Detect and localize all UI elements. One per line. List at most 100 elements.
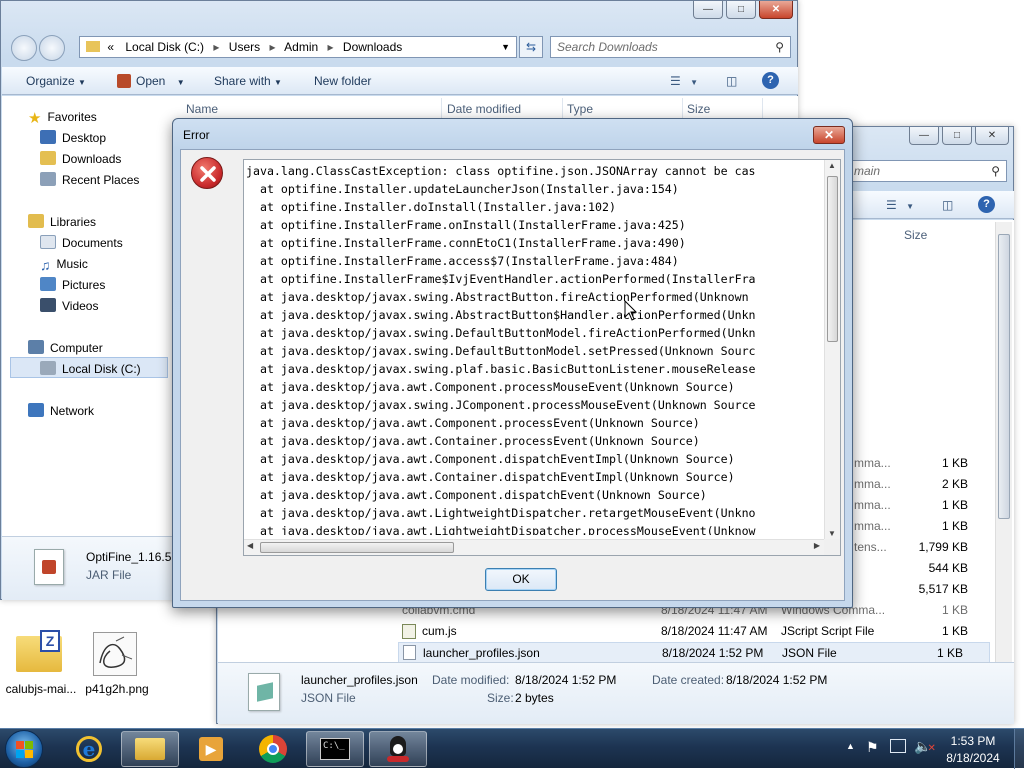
back-button[interactable]	[11, 35, 37, 61]
stack-trace-line: at java.desktop/java.awt.Component.dispa…	[246, 488, 707, 502]
organize-button[interactable]: Organize ▼	[26, 67, 86, 95]
recent-places-icon	[40, 172, 56, 186]
trace-horizontal-scrollbar[interactable]: ◀ ▶	[244, 539, 824, 555]
file-row-launcher-profiles[interactable]: launcher_profiles.json 8/18/2024 1:52 PM…	[398, 642, 990, 663]
error-dialog: Error ✕ java.lang.ClassCastException: cl…	[172, 118, 853, 608]
network-icon[interactable]	[890, 739, 906, 753]
desktop-icon-png[interactable]: p41g2h.png	[84, 630, 150, 700]
show-hidden-icons-button[interactable]: ▲	[846, 741, 855, 751]
clock-date[interactable]: 8/18/2024	[940, 751, 1006, 765]
dialog-close-button[interactable]: ✕	[813, 126, 845, 144]
partial-row-3[interactable]: mma... 1 KB	[854, 495, 994, 516]
desktop-icon-zip[interactable]: Z calubjs-mai...	[6, 630, 76, 700]
column-type[interactable]: Type	[563, 98, 683, 120]
zip-folder-icon: Z	[16, 630, 62, 672]
partial-row-6[interactable]: 544 KB	[854, 558, 994, 579]
maximize-button-2[interactable]: □	[942, 127, 972, 145]
view-options-icon[interactable]: ☰ ▼	[886, 191, 914, 219]
start-button[interactable]	[5, 730, 43, 768]
new-folder-button[interactable]: New folder	[314, 67, 371, 95]
details-file-type: JSON File	[301, 691, 356, 705]
column-name[interactable]: Name	[182, 98, 442, 120]
clock-time[interactable]: 1:53 PM	[940, 734, 1006, 748]
scrollbar-thumb[interactable]	[998, 234, 1010, 519]
search-input-2[interactable]: main ⚲	[851, 160, 1007, 182]
nav-pictures[interactable]: Pictures	[40, 277, 105, 293]
taskbar-media-player[interactable]: ▶	[182, 731, 240, 767]
column-date-modified[interactable]: Date modified	[443, 98, 563, 120]
view-options-icon[interactable]: ☰ ▼	[670, 67, 698, 95]
details-date-modified-label: Date modified:	[432, 673, 510, 687]
nav-documents[interactable]: Documents	[40, 235, 123, 251]
show-desktop-button[interactable]	[1014, 729, 1024, 769]
trace-vertical-scrollbar[interactable]: ▲ ▼	[824, 160, 840, 539]
taskbar-java[interactable]	[369, 731, 427, 767]
details-size: 2 bytes	[515, 691, 554, 705]
nav-local-disk[interactable]: Local Disk (C:)	[40, 361, 141, 377]
file-list-scrollbar[interactable]	[995, 222, 1012, 662]
share-with-button[interactable]: Share with ▼	[214, 67, 282, 95]
nav-downloads[interactable]: Downloads	[40, 151, 121, 167]
close-button-2[interactable]: ✕	[975, 127, 1009, 145]
address-segment-users[interactable]: Users	[229, 40, 260, 54]
address-segment-downloads[interactable]: Downloads	[343, 40, 402, 54]
details-pane-2: launcher_profiles.json JSON File Date mo…	[218, 662, 1014, 724]
partial-row-4[interactable]: mma... 1 KB	[854, 516, 994, 537]
stack-trace-line: at java.desktop/java.awt.Component.proce…	[246, 416, 700, 430]
taskbar-windows-explorer[interactable]	[121, 731, 179, 767]
maximize-button[interactable]: □	[726, 1, 756, 19]
chrome-icon	[259, 735, 287, 763]
preview-pane-icon[interactable]: ◫	[726, 67, 737, 95]
chevron-down-icon[interactable]: ▼	[501, 37, 510, 57]
dialog-title: Error	[183, 128, 210, 142]
partial-row-2[interactable]: mma... 2 KB	[854, 474, 994, 495]
taskbar-command-prompt[interactable]: C:\_	[306, 731, 364, 767]
open-button[interactable]: Open ▼	[117, 67, 185, 95]
vertical-scroll-thumb[interactable]	[827, 176, 838, 342]
stack-trace-text[interactable]: java.lang.ClassCastException: class opti…	[246, 162, 824, 535]
help-icon[interactable]: ?	[978, 196, 995, 213]
nav-desktop[interactable]: Desktop	[40, 130, 106, 146]
address-segment-drive[interactable]: Local Disk (C:)	[125, 40, 204, 54]
nav-network[interactable]: Network	[28, 403, 94, 419]
nav-videos[interactable]: Videos	[40, 298, 98, 314]
file-size: 1 KB	[941, 603, 968, 617]
forward-button[interactable]	[39, 35, 65, 61]
stack-trace-line: java.lang.ClassCastException: class opti…	[246, 164, 756, 178]
image-thumbnail-icon	[93, 632, 137, 676]
partial-row-5[interactable]: tens... 1,799 KB	[854, 537, 994, 558]
minimize-button-2[interactable]: —	[909, 127, 939, 145]
partial-row-1[interactable]: mma... 1 KB	[854, 453, 994, 474]
preview-pane-icon[interactable]: ◫	[942, 191, 953, 219]
star-icon: ★	[28, 110, 42, 127]
refresh-button[interactable]: ⇆	[519, 36, 543, 58]
taskbar-chrome[interactable]	[244, 731, 302, 767]
music-icon: ♫	[40, 257, 51, 273]
json-file-large-icon	[248, 673, 280, 711]
dialog-body: java.lang.ClassCastException: class opti…	[180, 149, 845, 601]
column-size-2[interactable]: Size	[900, 224, 990, 246]
taskbar-internet-explorer[interactable]: e	[60, 731, 118, 767]
libraries-icon	[28, 214, 44, 228]
pictures-icon	[40, 277, 56, 291]
nav-computer[interactable]: Computer	[28, 340, 103, 356]
nav-recent-places[interactable]: Recent Places	[40, 172, 139, 188]
stack-trace-box[interactable]: java.lang.ClassCastException: class opti…	[243, 159, 841, 556]
nav-libraries[interactable]: Libraries	[28, 214, 96, 230]
partial-row-7[interactable]: 5,517 KB	[854, 579, 994, 600]
search-input[interactable]: Search Downloads ⚲	[550, 36, 791, 58]
ok-button[interactable]: OK	[485, 568, 557, 591]
action-center-flag-icon[interactable]: ⚑	[866, 739, 879, 756]
minimize-button[interactable]: —	[693, 1, 723, 19]
file-row-cum-js[interactable]: cum.js 8/18/2024 11:47 AM JScript Script…	[398, 621, 994, 642]
column-size[interactable]: Size	[683, 98, 763, 120]
help-icon[interactable]: ?	[762, 72, 779, 89]
address-segment-admin[interactable]: Admin	[284, 40, 318, 54]
nav-favorites[interactable]: ★ Favorites	[28, 109, 97, 127]
volume-muted-icon[interactable]: 🔈✕	[914, 738, 936, 755]
close-button[interactable]: ✕	[759, 1, 793, 19]
nav-music[interactable]: ♫ Music	[40, 256, 88, 273]
horizontal-scroll-thumb[interactable]	[260, 542, 454, 553]
java-icon	[383, 734, 413, 764]
address-bar[interactable]: « Local Disk (C:) ▸ Users ▸ Admin ▸ Down…	[79, 36, 517, 58]
